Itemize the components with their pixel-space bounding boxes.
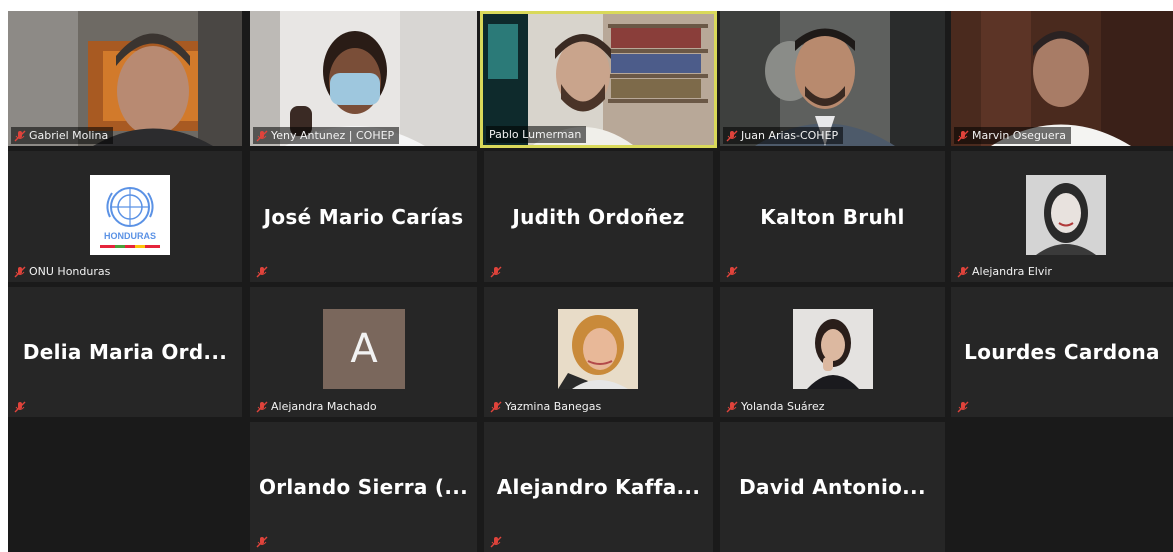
video-tile-marvin-oseguera[interactable]: Marvin Oseguera <box>951 11 1173 146</box>
participant-name: Alejandra Machado <box>271 400 377 413</box>
participant-label: ONU Honduras <box>11 263 115 280</box>
participant-label <box>487 533 507 550</box>
video-tile-gabriel-molina[interactable]: Gabriel Molina <box>8 11 242 146</box>
participant-display-name: José Mario Carías <box>263 204 464 229</box>
microphone-muted-icon <box>490 536 502 547</box>
participant-label: Alejandra Machado <box>253 398 382 415</box>
microphone-muted-icon <box>256 536 268 547</box>
video-tile-delia-maria[interactable]: Delia Maria Ord... <box>8 287 242 417</box>
participant-video <box>250 11 477 146</box>
microphone-muted-icon <box>14 266 26 277</box>
participant-name: Gabriel Molina <box>29 129 109 142</box>
microphone-muted-icon <box>957 266 969 277</box>
video-tile-judith-ordonez[interactable]: Judith Ordoñez <box>484 151 713 282</box>
participant-label: Yeny Antunez | COHEP <box>253 127 400 144</box>
participant-display-name: Judith Ordoñez <box>512 204 685 229</box>
profile-photo <box>793 309 873 389</box>
un-logo-icon: HONDURAS <box>90 175 170 255</box>
participant-label <box>253 263 273 280</box>
video-tile-orlando-sierra[interactable]: Orlando Sierra (... <box>250 422 477 552</box>
participant-label: Marvin Oseguera <box>954 127 1071 144</box>
participant-label <box>487 263 507 280</box>
microphone-muted-icon <box>726 130 738 141</box>
participant-label: Yazmina Banegas <box>487 398 606 415</box>
participant-display-name: Delia Maria Ord... <box>22 340 228 364</box>
participant-label <box>253 533 273 550</box>
video-gallery: Gabriel Molina Yeny Antunez | COHEP Pabl… <box>8 11 1173 552</box>
participant-label: Gabriel Molina <box>11 127 114 144</box>
video-tile-jose-mario-carias[interactable]: José Mario Carías <box>250 151 477 282</box>
video-tile-david-antonio[interactable]: David Antonio... <box>720 422 945 552</box>
participant-label: Yolanda Suárez <box>723 398 830 415</box>
microphone-muted-icon <box>726 266 738 277</box>
participant-name: Pablo Lumerman <box>489 128 582 141</box>
microphone-muted-icon <box>256 130 268 141</box>
video-tile-kalton-bruhl[interactable]: Kalton Bruhl <box>720 151 945 282</box>
video-tile-pablo-lumerman[interactable]: Pablo Lumerman <box>480 11 717 148</box>
video-tile-yolanda-suarez[interactable]: Yolanda Suárez <box>720 287 945 417</box>
letter-avatar: A <box>323 309 405 389</box>
video-tile-alejandra-elvir[interactable]: Alejandra Elvir <box>951 151 1173 282</box>
participant-name: Yolanda Suárez <box>741 400 825 413</box>
participant-label: Juan Arias-COHEP <box>723 127 844 144</box>
participant-display-name: Lourdes Cardona <box>964 340 1160 364</box>
microphone-muted-icon <box>957 130 969 141</box>
participant-label: Pablo Lumerman <box>486 126 587 143</box>
participant-name: Yeny Antunez | COHEP <box>271 129 395 142</box>
participant-display-name: Alejandro Kaffa... <box>496 475 701 499</box>
participant-name: Yazmina Banegas <box>505 400 602 413</box>
video-tile-alejandra-machado[interactable]: A Alejandra Machado <box>250 287 477 417</box>
participant-video <box>8 11 242 146</box>
participant-name: Marvin Oseguera <box>972 129 1066 142</box>
participant-video <box>951 11 1173 146</box>
video-tile-juan-arias[interactable]: Juan Arias-COHEP <box>720 11 945 146</box>
participant-label <box>11 398 31 415</box>
video-tile-onu-honduras[interactable]: HONDURAS ONU Honduras <box>8 151 242 282</box>
video-tile-yeny-antunez[interactable]: Yeny Antunez | COHEP <box>250 11 477 146</box>
participant-video <box>720 11 945 146</box>
video-tile-yazmina-banegas[interactable]: Yazmina Banegas <box>484 287 713 417</box>
logo-text: HONDURAS <box>104 231 156 241</box>
video-tile-lourdes-cardona[interactable]: Lourdes Cardona <box>951 287 1173 417</box>
microphone-muted-icon <box>256 401 268 412</box>
participant-label <box>954 398 974 415</box>
participant-display-name: Kalton Bruhl <box>760 204 905 229</box>
microphone-muted-icon <box>256 266 268 277</box>
participant-name: Alejandra Elvir <box>972 265 1052 278</box>
profile-photo <box>1026 175 1106 255</box>
participant-display-name: David Antonio... <box>739 475 926 499</box>
microphone-muted-icon <box>490 401 502 412</box>
participant-label <box>723 263 743 280</box>
microphone-muted-icon <box>14 130 26 141</box>
participant-display-name: Orlando Sierra (... <box>258 475 469 499</box>
microphone-muted-icon <box>726 401 738 412</box>
microphone-muted-icon <box>490 266 502 277</box>
profile-photo <box>558 309 638 389</box>
participant-name: Juan Arias-COHEP <box>741 129 839 142</box>
microphone-muted-icon <box>14 401 26 412</box>
participant-label: Alejandra Elvir <box>954 263 1057 280</box>
participant-name: ONU Honduras <box>29 265 111 278</box>
microphone-muted-icon <box>957 401 969 412</box>
video-tile-alejandro-kaffa[interactable]: Alejandro Kaffa... <box>484 422 713 552</box>
